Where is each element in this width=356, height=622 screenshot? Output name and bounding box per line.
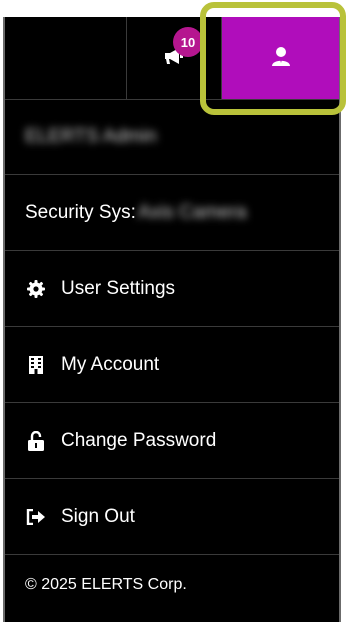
copyright-text: © 2025 ELERTS Corp. [25, 576, 187, 593]
menu-item-change-password[interactable]: Change Password [5, 403, 339, 479]
user-icon [271, 46, 291, 71]
menu-item-sign-out[interactable]: Sign Out [5, 479, 339, 555]
topbar-empty-cell [5, 17, 127, 99]
notification-badge: 10 [173, 27, 203, 57]
security-system-row: Security Sys: Axis Camera [5, 175, 339, 251]
top-bar: 10 [5, 17, 339, 100]
gear-icon [25, 278, 47, 300]
user-name: ELERTS Admin [25, 125, 157, 147]
menu-item-label: Sign Out [61, 505, 135, 527]
user-menu-list: ELERTS Admin Security Sys: Axis Camera U… [5, 99, 339, 615]
menu-item-user-settings[interactable]: User Settings [5, 251, 339, 327]
unlock-icon [25, 430, 47, 452]
menu-item-label: User Settings [61, 277, 176, 299]
user-menu-button[interactable] [222, 17, 339, 99]
sign-out-icon [25, 506, 47, 528]
menu-item-label: Change Password [61, 429, 217, 451]
security-system-value: Axis Camera [137, 201, 247, 223]
building-icon [25, 354, 47, 376]
user-menu-panel: 10 ELERTS Admin Security Sys: Axis Camer… [3, 17, 341, 622]
footer: © 2025 ELERTS Corp. [5, 555, 339, 615]
security-system-label: Security Sys: [25, 201, 136, 223]
announcements-button[interactable]: 10 [127, 17, 222, 99]
menu-item-label: My Account [61, 353, 160, 375]
menu-item-my-account[interactable]: My Account [5, 327, 339, 403]
user-name-row: ELERTS Admin [5, 99, 339, 175]
